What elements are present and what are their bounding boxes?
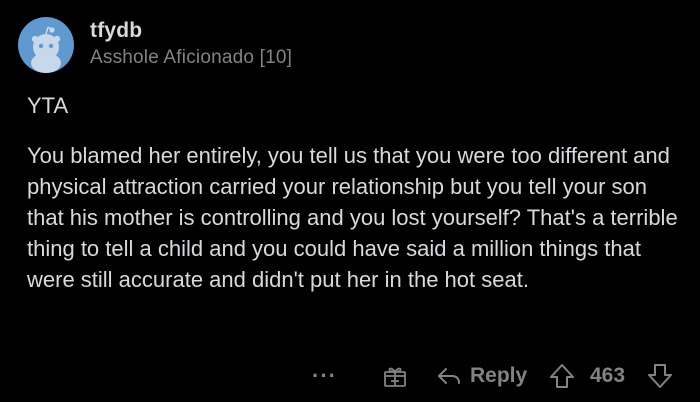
vote-score: 463 [590,364,626,387]
downvote-button[interactable] [646,356,674,396]
comment-verdict: YTA [27,93,69,118]
upvote-arrow-icon [550,364,574,388]
comment-body: You blamed her entirely, you tell us tha… [27,143,678,292]
gift-award-icon [384,367,406,387]
comment-author[interactable]: tfydb [90,19,142,43]
reply-arrow-icon [438,368,460,384]
upvote-button[interactable] [548,356,576,396]
reply-button[interactable]: Reply [436,356,527,396]
comment: tfydb Asshole Aficionado [10] YTA You bl… [0,0,700,402]
user-avatar-icon[interactable] [18,17,74,73]
reply-label: Reply [470,364,528,387]
more-options-button[interactable]: ··· [312,356,337,396]
user-flair: Asshole Aficionado [10] [90,47,293,68]
comment-actions: ··· Reply 463 [0,356,700,396]
award-button[interactable] [382,356,408,396]
more-options-icon: ··· [312,363,337,388]
downvote-arrow-icon [648,364,672,388]
